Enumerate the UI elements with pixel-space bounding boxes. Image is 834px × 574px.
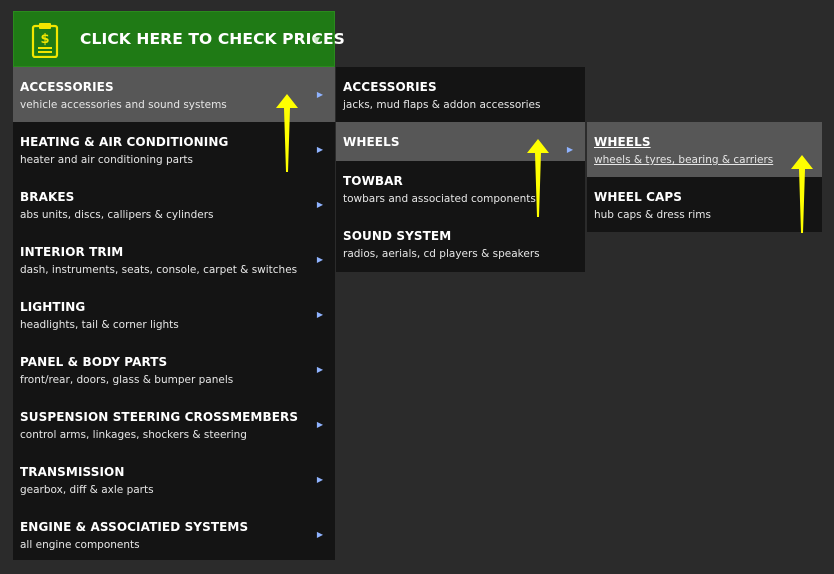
- annotation-arrow-2: [527, 139, 549, 217]
- menu-item-label: ACCESSORIES: [343, 80, 437, 94]
- menu-item-sub: vehicle accessories and sound systems: [20, 99, 227, 111]
- chevron-right-icon: ▶: [316, 420, 323, 429]
- menu-item-label: WHEEL CAPS: [594, 190, 683, 204]
- menu-item-sub: gearbox, diff & axle parts: [20, 484, 154, 496]
- caret-down-icon: ▼: [313, 36, 320, 46]
- menu-item-sub: headlights, tail & corner lights: [20, 319, 179, 331]
- menu-item-label: SUSPENSION STEERING CROSSMEMBERS: [20, 410, 299, 424]
- menu-item-label: INTERIOR TRIM: [20, 245, 124, 259]
- menu1-item-transmission[interactable]: TRANSMISSION gearbox, diff & axle parts …: [13, 452, 335, 507]
- menu-item-label: LIGHTING: [20, 300, 86, 314]
- menu-item-sub: hub caps & dress rims: [594, 209, 711, 221]
- menu3-item-wheels[interactable]: WHEELS wheels & tyres, bearing & carrier…: [587, 122, 822, 177]
- menu-item-sub: towbars and associated components: [343, 193, 536, 205]
- menu-item-sub: control arms, linkages, shockers & steer…: [20, 429, 247, 441]
- menu1-item-panel-body[interactable]: PANEL & BODY PARTS front/rear, doors, gl…: [13, 342, 335, 397]
- menu-item-sub: jacks, mud flaps & addon accessories: [343, 99, 541, 111]
- chevron-right-icon: ▶: [316, 255, 323, 264]
- menu1-item-engine[interactable]: ENGINE & ASSOCIATIED SYSTEMS all engine …: [13, 507, 335, 560]
- menu2-item-accessories[interactable]: ACCESSORIES jacks, mud flaps & addon acc…: [336, 67, 585, 122]
- chevron-right-icon: ▶: [316, 310, 323, 319]
- menu2-item-sound-system[interactable]: SOUND SYSTEM radios, aerials, cd players…: [336, 216, 585, 272]
- chevron-right-icon: ▶: [316, 475, 323, 484]
- menu-level3: WHEELS wheels & tyres, bearing & carrier…: [587, 122, 822, 232]
- menu-item-label: WHEELS: [594, 135, 651, 149]
- check-prices-button[interactable]: $ CLICK HERE TO CHECK PRICES ▼: [13, 11, 345, 67]
- menu3-item-wheel-caps[interactable]: WHEEL CAPS hub caps & dress rims: [587, 177, 822, 232]
- svg-text:$: $: [40, 32, 49, 47]
- annotation-arrow-3: [791, 155, 813, 233]
- menu-item-sub: front/rear, doors, glass & bumper panels: [20, 374, 234, 386]
- menu-item-label: HEATING & AIR CONDITIONING: [20, 135, 229, 149]
- menu-item-label: PANEL & BODY PARTS: [20, 355, 168, 369]
- menu-item-sub: heater and air conditioning parts: [20, 154, 194, 166]
- menu-item-label: BRAKES: [20, 190, 75, 204]
- menu-item-sub: wheels & tyres, bearing & carriers: [594, 154, 774, 166]
- chevron-right-icon: ▶: [316, 90, 323, 99]
- menu-item-label: WHEELS: [343, 135, 400, 149]
- menu1-item-brakes[interactable]: BRAKES abs units, discs, callipers & cyl…: [13, 177, 335, 232]
- menu1-item-lighting[interactable]: LIGHTING headlights, tail & corner light…: [13, 287, 335, 342]
- menu1-item-interior-trim[interactable]: INTERIOR TRIM dash, instruments, seats, …: [13, 232, 335, 287]
- menu-item-sub: abs units, discs, callipers & cylinders: [20, 209, 214, 221]
- chevron-right-icon: ▶: [316, 200, 323, 209]
- check-prices-title: CLICK HERE TO CHECK PRICES: [80, 30, 345, 48]
- menu-item-label: ENGINE & ASSOCIATIED SYSTEMS: [20, 520, 249, 534]
- menu1-item-suspension[interactable]: SUSPENSION STEERING CROSSMEMBERS control…: [13, 397, 335, 452]
- menu-item-label: TOWBAR: [343, 174, 403, 188]
- chevron-right-icon: ▶: [316, 530, 323, 539]
- menu-item-label: TRANSMISSION: [20, 465, 125, 479]
- chevron-right-icon: ▶: [566, 145, 573, 154]
- annotation-arrow-1: [276, 94, 298, 172]
- menu-item-sub: dash, instruments, seats, console, carpe…: [20, 264, 298, 276]
- chevron-right-icon: ▶: [316, 365, 323, 374]
- chevron-right-icon: ▶: [316, 145, 323, 154]
- menu-item-label: ACCESSORIES: [20, 80, 114, 94]
- menu-item-sub: radios, aerials, cd players & speakers: [343, 248, 540, 260]
- menu-item-sub: all engine components: [20, 539, 140, 551]
- menu-item-label: SOUND SYSTEM: [343, 229, 452, 243]
- price-clipboard-icon: $: [31, 23, 59, 58]
